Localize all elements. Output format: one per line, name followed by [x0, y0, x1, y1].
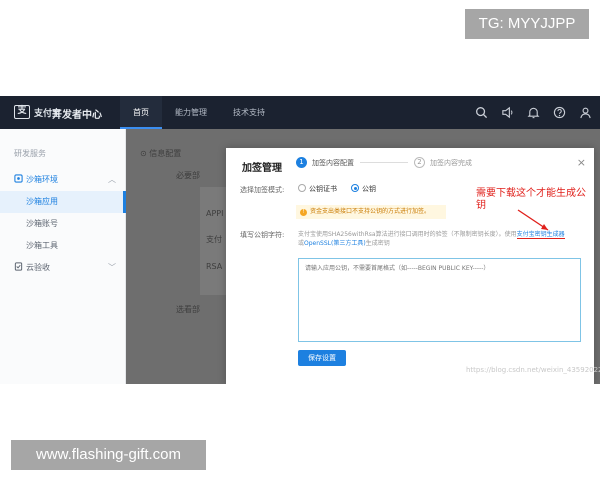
radio-circle-checked: [351, 184, 359, 192]
developer-console-screenshot: 支 支付宝 开发者中心 首页 能力管理 技术支持 研发服务 沙箱环境 ︿ 沙箱应…: [0, 96, 600, 384]
alipay-logo-icon: 支: [14, 105, 30, 119]
checklist-icon: [14, 262, 23, 271]
toolbar-icons: [475, 96, 592, 129]
sidebar-group-label: 研发服务: [14, 149, 46, 158]
sidebar-item-sandbox-app[interactable]: 沙箱应用: [0, 191, 126, 213]
key-generator-link[interactable]: 支付宝密钥生成器: [516, 231, 565, 239]
sidebar-item-label: 沙箱环境: [26, 175, 58, 184]
radio-cert-mode[interactable]: 公钥证书: [298, 184, 337, 194]
optional-section-label: 选看部: [176, 305, 200, 314]
bell-icon[interactable]: [527, 106, 540, 119]
close-icon[interactable]: ×: [577, 156, 586, 169]
radio-pubkey-mode[interactable]: 公钥: [351, 184, 376, 194]
nav-home[interactable]: 首页: [120, 96, 162, 129]
modal-title: 加签管理: [242, 163, 282, 174]
warning-icon: !: [300, 209, 307, 216]
rsa-label: RSA: [206, 262, 223, 271]
pay-label: 支付: [206, 235, 222, 244]
red-annotation: 需要下载这个才能生成公钥: [476, 188, 586, 211]
radio-circle: [298, 184, 306, 192]
info-config-title: ⊙ 信息配置: [140, 149, 182, 158]
portal-title: 开发者中心: [52, 110, 102, 121]
step-2-number: 2: [414, 157, 425, 168]
mode-label: 选择加签模式:: [240, 186, 285, 194]
sidebar-item-sandbox-account[interactable]: 沙箱账号: [0, 213, 126, 235]
search-icon[interactable]: [475, 106, 488, 119]
step-2-label: 加签内容完成: [430, 158, 472, 167]
website-watermark: www.flashing-gift.com: [11, 440, 206, 470]
openssl-link[interactable]: OpenSSL(第三方工具): [304, 240, 366, 247]
signing-management-modal: 加签管理 1 加签内容配置 2 加签内容完成 × 选择加签模式: 公钥证书 公钥…: [226, 148, 600, 384]
sidebar-item-cloud-acceptance[interactable]: 云验收 ﹀: [0, 257, 126, 279]
mode-radio-group: 公钥证书 公钥: [298, 184, 376, 194]
back-icon: ⊙: [140, 149, 150, 158]
main-nav: 首页 能力管理 技术支持: [120, 96, 278, 129]
sidebar-item-sandbox-tools[interactable]: 沙箱工具: [0, 235, 126, 257]
chevron-down-icon: ﹀: [108, 263, 116, 272]
sidebar: 研发服务 沙箱环境 ︿ 沙箱应用 沙箱账号 沙箱工具 云验收 ﹀: [0, 129, 126, 384]
help-icon[interactable]: [553, 106, 566, 119]
save-settings-button[interactable]: 保存设置: [298, 350, 346, 366]
sandbox-icon: [14, 174, 23, 183]
watermark-label: TG: MYYJJPP: [465, 9, 589, 39]
chevron-up-icon: ︿: [108, 175, 116, 184]
public-key-textarea[interactable]: [298, 258, 581, 342]
top-navigation-bar: 支 支付宝 开发者中心 首页 能力管理 技术支持: [0, 96, 600, 129]
step-1-number: 1: [296, 157, 307, 168]
sidebar-item-sandbox[interactable]: 沙箱环境 ︿: [0, 169, 126, 191]
blog-watermark: https://blog.csdn.net/weixin_43592022: [466, 366, 600, 374]
speaker-icon[interactable]: [501, 106, 514, 119]
steps-indicator: 1 加签内容配置 2 加签内容完成: [296, 157, 472, 168]
appid-label: APPI: [206, 209, 224, 218]
sidebar-item-label: 云验收: [26, 263, 50, 272]
pubkey-label: 填写公钥字符:: [240, 231, 285, 239]
warning-notice: ! 资金支出类接口不支持公钥的方式进行加签。: [296, 205, 446, 219]
step-divider: [360, 162, 408, 163]
required-section-label: 必要部: [176, 171, 200, 180]
step-1-label: 加签内容配置: [312, 158, 354, 167]
pubkey-description: 支付宝使用SHA256withRsa算法进行接口调用时的验签（不限制密钥长度）。…: [298, 231, 565, 247]
user-icon[interactable]: [579, 106, 592, 119]
nav-support[interactable]: 技术支持: [220, 96, 278, 129]
nav-capability[interactable]: 能力管理: [162, 96, 220, 129]
